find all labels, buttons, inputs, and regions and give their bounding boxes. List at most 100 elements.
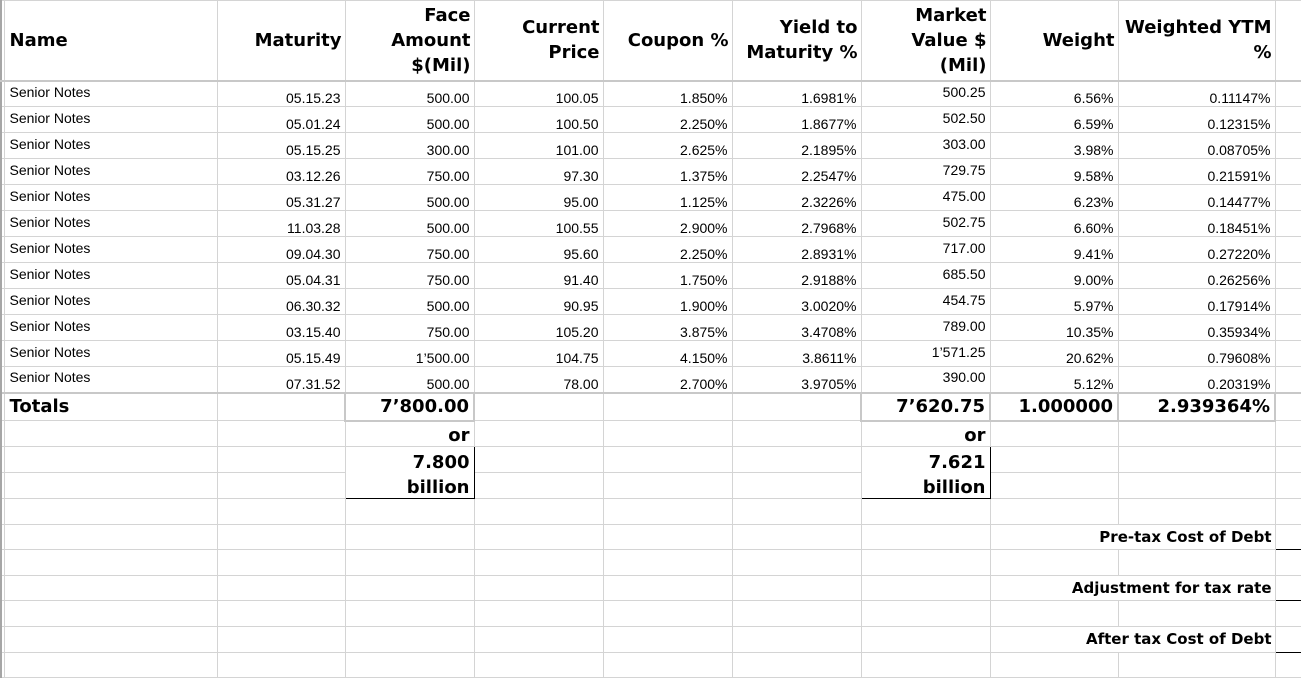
empty-cell[interactable] bbox=[4, 550, 217, 576]
empty-cell[interactable] bbox=[603, 393, 732, 421]
empty-cell[interactable] bbox=[603, 499, 732, 525]
empty-cell[interactable] bbox=[1118, 447, 1275, 473]
row-coupon[interactable]: 2.700% bbox=[603, 367, 732, 393]
empty-cell[interactable] bbox=[1275, 81, 1301, 107]
empty-cell[interactable] bbox=[345, 575, 474, 601]
empty-cell[interactable] bbox=[861, 575, 990, 601]
row-weight[interactable]: 6.23% bbox=[990, 185, 1118, 211]
empty-cell[interactable] bbox=[345, 601, 474, 627]
row-weighted-ytm[interactable]: 0.35934% bbox=[1118, 315, 1275, 341]
row-current-price[interactable]: 90.95 bbox=[474, 289, 603, 315]
empty-cell[interactable] bbox=[345, 550, 474, 576]
empty-cell[interactable] bbox=[1275, 185, 1301, 211]
empty-cell[interactable] bbox=[4, 601, 217, 627]
empty-cell[interactable] bbox=[217, 393, 345, 421]
empty-cell[interactable] bbox=[4, 473, 217, 499]
empty-cell[interactable] bbox=[1275, 601, 1301, 627]
row-coupon[interactable]: 4.150% bbox=[603, 341, 732, 367]
row-coupon[interactable]: 2.250% bbox=[603, 237, 732, 263]
row-current-price[interactable]: 91.40 bbox=[474, 263, 603, 289]
empty-cell[interactable] bbox=[345, 524, 474, 550]
row-ytm[interactable]: 2.2547% bbox=[732, 159, 861, 185]
empty-cell[interactable] bbox=[732, 473, 861, 499]
empty-cell[interactable] bbox=[4, 499, 217, 525]
row-face-amount[interactable]: 500.00 bbox=[345, 185, 474, 211]
header-market-value[interactable]: Market Value $ (Mil) bbox=[861, 1, 990, 81]
row-name[interactable]: Senior Notes bbox=[4, 263, 217, 289]
row-weighted-ytm[interactable]: 0.08705% bbox=[1118, 133, 1275, 159]
row-current-price[interactable]: 95.00 bbox=[474, 185, 603, 211]
empty-cell[interactable] bbox=[1118, 550, 1275, 576]
row-name[interactable]: Senior Notes bbox=[4, 341, 217, 367]
row-face-amount[interactable]: 750.00 bbox=[345, 237, 474, 263]
row-maturity[interactable]: 05.15.49 bbox=[217, 341, 345, 367]
row-maturity[interactable]: 07.31.52 bbox=[217, 367, 345, 393]
row-weight[interactable]: 5.12% bbox=[990, 367, 1118, 393]
row-ytm[interactable]: 2.9188% bbox=[732, 263, 861, 289]
row-coupon[interactable]: 1.750% bbox=[603, 263, 732, 289]
row-name[interactable]: Senior Notes bbox=[4, 107, 217, 133]
row-current-price[interactable]: 97.30 bbox=[474, 159, 603, 185]
mv-or-label[interactable]: or bbox=[861, 421, 990, 447]
header-ytm[interactable]: Yield to Maturity % bbox=[732, 1, 861, 81]
row-face-amount[interactable]: 500.00 bbox=[345, 367, 474, 393]
row-name[interactable]: Senior Notes bbox=[4, 367, 217, 393]
row-maturity[interactable]: 05.15.23 bbox=[217, 81, 345, 107]
row-face-amount[interactable]: 500.00 bbox=[345, 211, 474, 237]
row-market-value[interactable]: 475.00 bbox=[861, 185, 990, 211]
row-weighted-ytm[interactable]: 0.26256% bbox=[1118, 263, 1275, 289]
empty-cell[interactable] bbox=[1275, 499, 1301, 525]
totals-label[interactable]: Totals bbox=[4, 393, 217, 421]
empty-cell[interactable] bbox=[732, 575, 861, 601]
row-weight[interactable]: 6.60% bbox=[990, 211, 1118, 237]
row-maturity[interactable]: 05.01.24 bbox=[217, 107, 345, 133]
empty-cell[interactable] bbox=[217, 550, 345, 576]
row-face-amount[interactable]: 750.00 bbox=[345, 263, 474, 289]
empty-cell[interactable] bbox=[990, 550, 1118, 576]
row-ytm[interactable]: 2.8931% bbox=[732, 237, 861, 263]
empty-cell[interactable] bbox=[1275, 159, 1301, 185]
face-billion-unit[interactable]: billion bbox=[345, 473, 474, 499]
empty-cell[interactable] bbox=[474, 601, 603, 627]
row-face-amount[interactable]: 500.00 bbox=[345, 107, 474, 133]
empty-cell[interactable] bbox=[1275, 289, 1301, 315]
row-weighted-ytm[interactable]: 0.20319% bbox=[1118, 367, 1275, 393]
row-maturity[interactable]: 05.15.25 bbox=[217, 133, 345, 159]
header-weight[interactable]: Weight bbox=[990, 1, 1118, 81]
row-name[interactable]: Senior Notes bbox=[4, 185, 217, 211]
face-billion-value[interactable]: 7.800 bbox=[345, 447, 474, 473]
empty-cell[interactable] bbox=[1275, 473, 1301, 499]
empty-cell[interactable] bbox=[4, 524, 217, 550]
empty-cell[interactable] bbox=[861, 626, 990, 652]
row-current-price[interactable]: 95.60 bbox=[474, 237, 603, 263]
row-weighted-ytm[interactable]: 0.18451% bbox=[1118, 211, 1275, 237]
row-weight[interactable]: 9.41% bbox=[990, 237, 1118, 263]
row-name[interactable]: Senior Notes bbox=[4, 211, 217, 237]
empty-cell[interactable] bbox=[603, 601, 732, 627]
empty-cell[interactable] bbox=[345, 626, 474, 652]
empty-cell[interactable] bbox=[474, 550, 603, 576]
row-coupon[interactable]: 1.375% bbox=[603, 159, 732, 185]
empty-cell[interactable] bbox=[1118, 473, 1275, 499]
empty-cell[interactable] bbox=[990, 447, 1118, 473]
empty-cell[interactable] bbox=[732, 499, 861, 525]
empty-cell[interactable] bbox=[990, 421, 1118, 447]
row-market-value[interactable]: 502.75 bbox=[861, 211, 990, 237]
row-market-value[interactable]: 502.50 bbox=[861, 107, 990, 133]
empty-cell[interactable] bbox=[217, 524, 345, 550]
row-weighted-ytm[interactable]: 0.12315% bbox=[1118, 107, 1275, 133]
empty-cell[interactable] bbox=[603, 447, 732, 473]
row-market-value[interactable]: 729.75 bbox=[861, 159, 990, 185]
empty-cell[interactable] bbox=[4, 626, 217, 652]
row-market-value[interactable]: 454.75 bbox=[861, 289, 990, 315]
empty-cell[interactable] bbox=[732, 393, 861, 421]
row-market-value[interactable]: 717.00 bbox=[861, 237, 990, 263]
row-coupon[interactable]: 1.850% bbox=[603, 81, 732, 107]
empty-cell[interactable] bbox=[217, 473, 345, 499]
empty-cell[interactable] bbox=[1275, 263, 1301, 289]
empty-cell[interactable] bbox=[345, 499, 474, 525]
row-current-price[interactable]: 78.00 bbox=[474, 367, 603, 393]
row-weight[interactable]: 9.00% bbox=[990, 263, 1118, 289]
empty-cell[interactable] bbox=[603, 524, 732, 550]
header-face-amount[interactable]: Face Amount $(Mil) bbox=[345, 1, 474, 81]
